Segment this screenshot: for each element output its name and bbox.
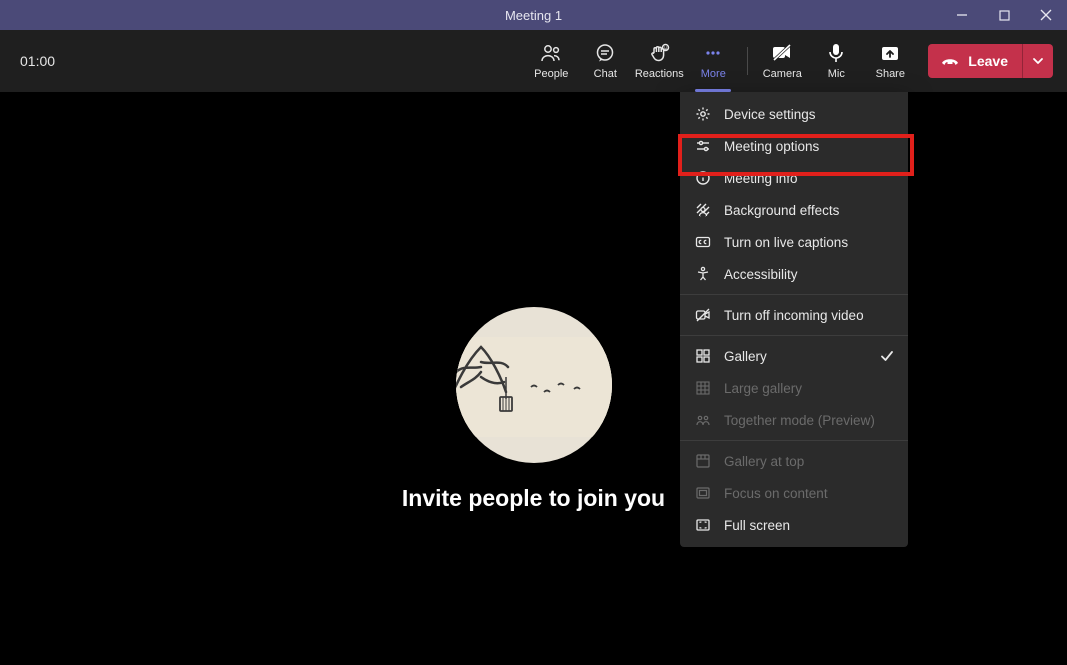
menu-label: Turn on live captions (724, 235, 848, 250)
people-label: People (534, 68, 568, 80)
people-button[interactable]: People (525, 34, 577, 88)
menu-gallery[interactable]: Gallery (680, 340, 908, 372)
leave-label: Leave (968, 53, 1008, 69)
title-bar: Meeting 1 (0, 0, 1067, 30)
chat-button[interactable]: Chat (579, 34, 631, 88)
menu-focus-on-content: Focus on content (680, 477, 908, 509)
leave-button[interactable]: Leave (928, 44, 1022, 78)
menu-separator (680, 294, 908, 295)
minimize-button[interactable] (941, 0, 983, 30)
menu-gallery-at-top: Gallery at top (680, 445, 908, 477)
close-icon (1040, 9, 1052, 21)
menu-label: Device settings (724, 107, 816, 122)
sliders-icon (694, 137, 712, 155)
menu-full-screen[interactable]: Full screen (680, 509, 908, 541)
accessibility-icon (694, 265, 712, 283)
share-icon (880, 42, 900, 64)
share-button[interactable]: Share (864, 34, 916, 88)
reactions-label: Reactions (635, 68, 684, 80)
menu-label: Large gallery (724, 381, 802, 396)
leave-group: Leave (928, 44, 1053, 78)
camera-button[interactable]: Camera (756, 34, 808, 88)
video-off-icon (694, 306, 712, 324)
more-label: More (701, 68, 726, 80)
check-icon (880, 349, 894, 363)
window-title: Meeting 1 (0, 8, 1067, 23)
more-menu: Device settings Meeting options Meeting … (680, 92, 908, 547)
menu-label: Turn off incoming video (724, 308, 864, 323)
reactions-icon (648, 42, 670, 64)
camera-off-icon (771, 42, 793, 64)
menu-accessibility[interactable]: Accessibility (680, 258, 908, 290)
menu-label: Gallery at top (724, 454, 804, 469)
minimize-icon (956, 9, 968, 21)
chevron-down-icon (1032, 55, 1044, 67)
grid-large-icon (694, 379, 712, 397)
fullscreen-icon (694, 516, 712, 534)
person-background-icon (694, 201, 712, 219)
elapsed-timer: 01:00 (20, 53, 55, 69)
menu-meeting-options[interactable]: Meeting options (680, 130, 908, 162)
grid-icon (694, 347, 712, 365)
info-icon (694, 169, 712, 187)
menu-label: Accessibility (724, 267, 798, 282)
mic-label: Mic (828, 68, 845, 80)
toolbar-controls: People Chat (525, 30, 1053, 92)
meeting-window: Meeting 1 01:00 (0, 0, 1067, 665)
avatar-image (456, 337, 612, 437)
menu-label: Meeting info (724, 171, 798, 186)
chat-label: Chat (594, 68, 617, 80)
mic-button[interactable]: Mic (810, 34, 862, 88)
more-button[interactable]: More (687, 34, 739, 88)
menu-large-gallery: Large gallery (680, 372, 908, 404)
menu-label: Full screen (724, 518, 790, 533)
camera-label: Camera (763, 68, 802, 80)
participant-avatar (456, 307, 612, 463)
menu-label: Gallery (724, 349, 767, 364)
hangup-icon (940, 54, 960, 68)
more-icon (703, 42, 723, 64)
window-controls (941, 0, 1067, 30)
toolbar-separator (747, 47, 748, 75)
gear-icon (694, 105, 712, 123)
share-label: Share (876, 68, 905, 80)
menu-together-mode: Together mode (Preview) (680, 404, 908, 436)
maximize-button[interactable] (983, 0, 1025, 30)
focus-icon (694, 484, 712, 502)
menu-separator (680, 335, 908, 336)
leave-dropdown-button[interactable] (1022, 44, 1053, 78)
menu-background-effects[interactable]: Background effects (680, 194, 908, 226)
cc-icon (694, 233, 712, 251)
menu-device-settings[interactable]: Device settings (680, 98, 908, 130)
chat-icon (595, 42, 615, 64)
meeting-toolbar: 01:00 People (0, 30, 1067, 93)
menu-label: Together mode (Preview) (724, 413, 875, 428)
close-button[interactable] (1025, 0, 1067, 30)
people-icon (540, 42, 562, 64)
menu-meeting-info[interactable]: Meeting info (680, 162, 908, 194)
gallery-top-icon (694, 452, 712, 470)
reactions-button[interactable]: Reactions (633, 34, 685, 88)
menu-label: Focus on content (724, 486, 828, 501)
menu-label: Meeting options (724, 139, 819, 154)
menu-separator (680, 440, 908, 441)
menu-turn-off-incoming-video[interactable]: Turn off incoming video (680, 299, 908, 331)
maximize-icon (999, 10, 1010, 21)
menu-live-captions[interactable]: Turn on live captions (680, 226, 908, 258)
together-icon (694, 411, 712, 429)
mic-icon (827, 42, 845, 64)
invite-text: Invite people to join you (402, 485, 665, 512)
menu-label: Background effects (724, 203, 839, 218)
